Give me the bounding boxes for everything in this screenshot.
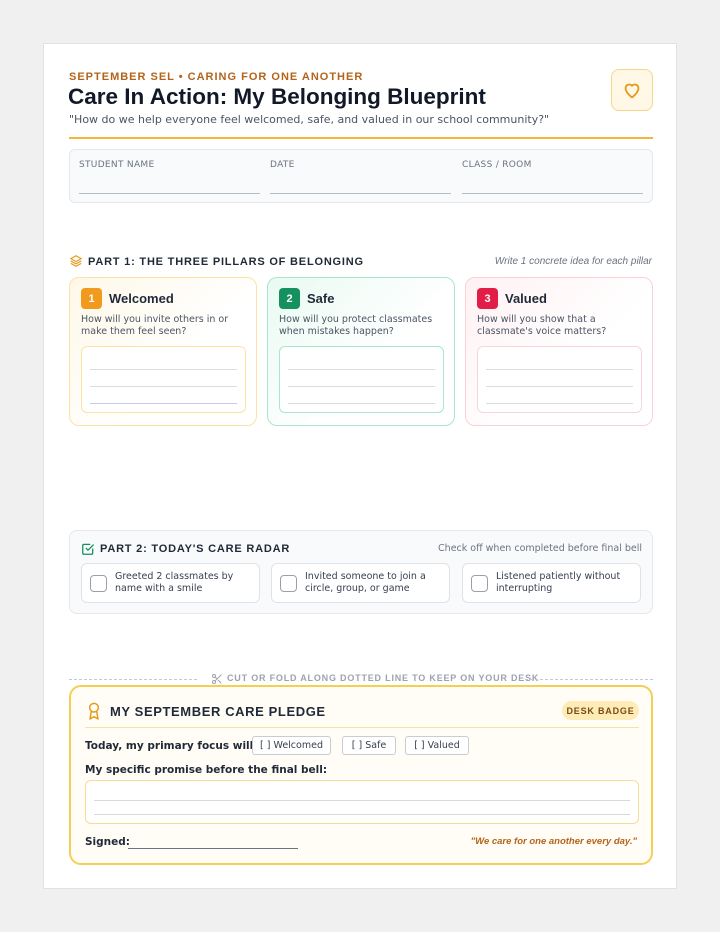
promise-input-box[interactable] <box>85 780 639 824</box>
radar-item-text: Greeted 2 classmates by name with a smil… <box>115 571 234 594</box>
cut-dash-right <box>525 679 653 680</box>
focus-option-safe[interactable]: [ ] Safe <box>342 736 396 755</box>
answer-line <box>90 369 237 370</box>
date-line[interactable] <box>270 193 451 194</box>
pillar-question: How will you protect classmates when mis… <box>279 314 433 337</box>
promise-line <box>94 814 630 815</box>
pledge-title: MY SEPTEMBER CARE PLEDGE <box>110 704 326 719</box>
pledge-divider <box>85 727 639 728</box>
pillar-welcomed: 1 Welcomed How will you invite others in… <box>69 277 257 426</box>
answer-line <box>486 369 633 370</box>
care-radar-panel: PART 2: TODAY'S CARE RADAR Check off whe… <box>69 530 653 614</box>
award-icon <box>88 702 100 720</box>
focus-option-welcomed[interactable]: [ ] Welcomed <box>252 736 331 755</box>
header-divider <box>69 137 653 139</box>
pillar-answer-box[interactable] <box>81 346 246 413</box>
radar-checkbox[interactable] <box>90 575 107 592</box>
layers-icon <box>70 255 82 267</box>
student-name-line[interactable] <box>79 193 260 194</box>
answer-line <box>288 369 435 370</box>
pillar-answer-box[interactable] <box>279 346 444 413</box>
cut-line-text: CUT OR FOLD ALONG DOTTED LINE TO KEEP ON… <box>227 673 540 683</box>
pillar-title: Welcomed <box>109 291 174 306</box>
radar-item-text: Listened patiently without interrupting <box>496 571 621 594</box>
part1-note: Write 1 concrete idea for each pillar <box>494 256 652 267</box>
pillar-valued: 3 Valued How will you show that a classm… <box>465 277 653 426</box>
pillar-answer-box[interactable] <box>477 346 642 413</box>
radar-checkbox[interactable] <box>471 575 488 592</box>
radar-item[interactable]: Greeted 2 classmates by name with a smil… <box>81 563 260 603</box>
answer-line <box>288 386 435 387</box>
radar-item[interactable]: Listened patiently without interrupting <box>462 563 641 603</box>
eyebrow-label: SEPTEMBER SEL • CARING FOR ONE ANOTHER <box>69 71 364 83</box>
pillar-title: Valued <box>505 291 547 306</box>
student-name-label: STUDENT NAME <box>79 160 155 170</box>
scissors-icon <box>212 674 222 684</box>
student-info-box: STUDENT NAME DATE CLASS / ROOM <box>69 149 653 203</box>
answer-line <box>486 403 633 404</box>
pillar-safe: 2 Safe How will you protect classmates w… <box>267 277 455 426</box>
pillar-number: 2 <box>279 288 300 309</box>
pillar-number: 1 <box>81 288 102 309</box>
pillar-question: How will you show that a classmate's voi… <box>477 314 607 337</box>
answer-line <box>90 386 237 387</box>
promise-line <box>94 800 630 801</box>
part1-heading: PART 1: THE THREE PILLARS OF BELONGING <box>88 256 364 268</box>
focus-label: Today, my primary focus will be: <box>85 740 276 752</box>
pledge-motto: "We care for one another every day." <box>470 836 637 847</box>
radar-item[interactable]: Invited someone to join a circle, group,… <box>271 563 450 603</box>
cut-dash-left <box>69 679 197 680</box>
worksheet-page: SEPTEMBER SEL • CARING FOR ONE ANOTHER C… <box>43 43 677 889</box>
student-name-field[interactable]: STUDENT NAME <box>79 160 260 194</box>
heart-badge <box>611 69 653 111</box>
checkbox-icon <box>82 543 94 555</box>
part2-note: Check off when completed before final be… <box>438 543 642 554</box>
answer-line <box>288 403 435 404</box>
focus-option-valued[interactable]: [ ] Valued <box>405 736 469 755</box>
page-title: Care In Action: My Belonging Blueprint <box>68 84 486 109</box>
class-room-line[interactable] <box>462 193 643 194</box>
signed-label: Signed: <box>85 836 130 848</box>
signature-line[interactable] <box>128 848 298 849</box>
date-field[interactable]: DATE <box>270 160 451 194</box>
pillar-number: 3 <box>477 288 498 309</box>
desk-badge-label: DESK BADGE <box>562 701 639 720</box>
class-room-field[interactable]: CLASS / ROOM <box>462 160 643 194</box>
page-subtitle: "How do we help everyone feel welcomed, … <box>69 113 550 126</box>
radar-item-text: Invited someone to join a circle, group,… <box>305 571 426 594</box>
class-room-label: CLASS / ROOM <box>462 160 532 170</box>
promise-label: My specific promise before the final bel… <box>85 764 328 776</box>
part2-heading: PART 2: TODAY'S CARE RADAR <box>100 543 291 555</box>
answer-line <box>486 386 633 387</box>
pillar-question: How will you invite others in or make th… <box>81 314 229 337</box>
radar-checkbox[interactable] <box>280 575 297 592</box>
answer-line <box>90 403 237 404</box>
pillar-title: Safe <box>307 291 335 306</box>
care-pledge-card: MY SEPTEMBER CARE PLEDGE DESK BADGE Toda… <box>69 685 653 865</box>
date-label: DATE <box>270 160 295 170</box>
heart-icon <box>624 83 640 99</box>
